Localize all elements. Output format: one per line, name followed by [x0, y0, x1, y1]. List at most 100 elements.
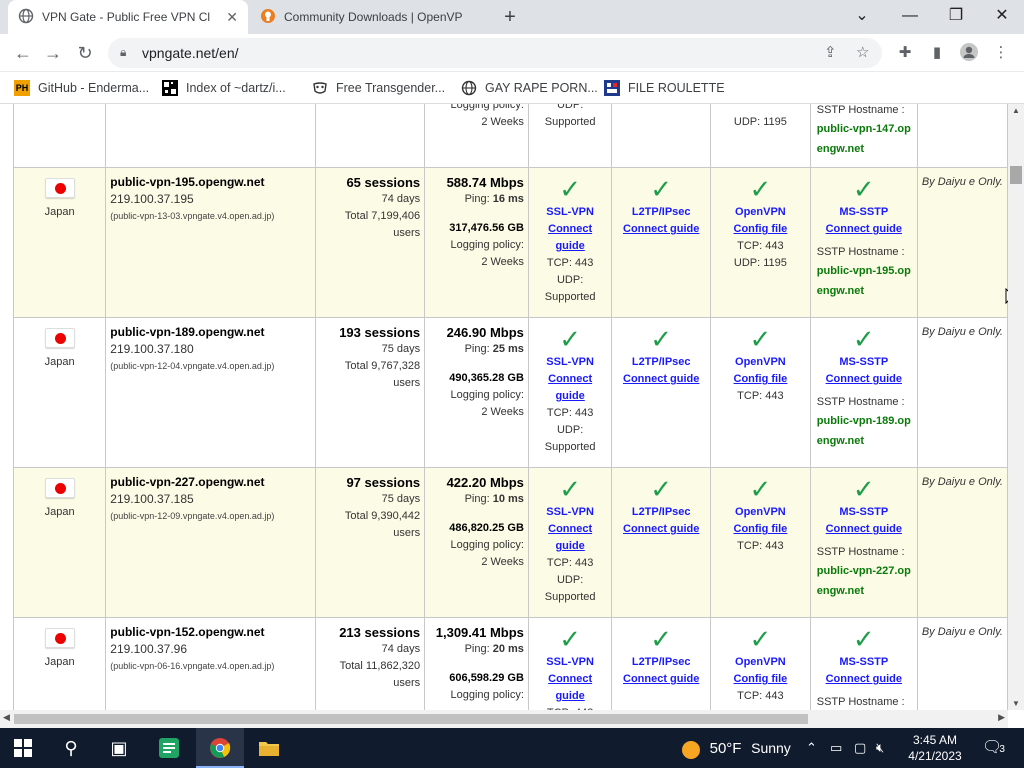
scroll-left-arrow-icon[interactable]: ◀ [3, 712, 10, 723]
globe-icon [18, 8, 34, 27]
notification-center-icon[interactable]: 🗨︎3 [982, 728, 1005, 768]
ssl-tcp: TCP: 443 [546, 557, 594, 569]
reload-icon[interactable]: ↻ [72, 40, 98, 66]
windows-start-icon[interactable] [0, 728, 46, 768]
ssl-connect-guide-link[interactable]: Connect guide [533, 371, 607, 405]
line-speed: 422.20 Mbps [446, 475, 524, 490]
scroll-down-arrow-icon[interactable]: ▼ [1008, 699, 1024, 708]
share-icon[interactable]: ⇪ [824, 43, 837, 61]
side-panel-icon[interactable]: ▮ [926, 42, 948, 64]
logging-policy: Logging policy: [450, 689, 524, 701]
openvpn-config-file-link[interactable]: Config file [715, 521, 806, 538]
horizontal-scrollbar[interactable]: ◀ ▶ [0, 710, 1008, 728]
lock-icon[interactable]: 🔒︎ [120, 45, 126, 60]
spreadsheet-app-icon[interactable] [146, 728, 192, 768]
ssl-udp: UDP: Supported [544, 274, 596, 303]
table-row: Japan public-vpn-152.opengw.net 219.100.… [12, 617, 1008, 710]
l2tp-link[interactable]: L2TP/IPsec [616, 354, 706, 371]
bookmark-4[interactable]: GAY RAPE PORN... [461, 78, 598, 98]
openvpn-config-file-link[interactable]: Config file [715, 221, 806, 238]
file-explorer-icon[interactable] [246, 728, 292, 768]
sstp-connect-guide-link[interactable]: Connect guide [815, 371, 913, 388]
table-row: Japan public-vpn-195.opengw.net 219.100.… [12, 167, 1008, 318]
ssl-connect-guide-link[interactable]: Connect guide [533, 671, 607, 705]
l2tp-link[interactable]: L2TP/IPsec [616, 204, 706, 221]
ssl-connect-guide-link[interactable]: Connect guide [533, 221, 607, 255]
l2tp-connect-guide-link[interactable]: Connect guide [616, 671, 706, 688]
openvpn-link[interactable]: OpenVPN [715, 354, 806, 371]
openvpn-link[interactable]: OpenVPN [715, 204, 806, 221]
sstp-connect-guide-link[interactable]: Connect guide [815, 521, 913, 538]
clock[interactable]: 3:45 AM 4/21/2023 [906, 728, 964, 768]
openvpn-link[interactable]: OpenVPN [715, 654, 806, 671]
profile-avatar-icon[interactable] [958, 42, 980, 64]
sstp-hostname[interactable]: public-vpn-195.opengw.net [815, 261, 913, 301]
ssl-vpn-link[interactable]: SSL-VPN [533, 354, 607, 371]
scroll-up-arrow-icon[interactable]: ▲ [1008, 106, 1024, 115]
tab-vpn-gate[interactable]: VPN Gate - Public Free VPN Cl ✕ [8, 0, 248, 34]
weather-widget[interactable]: 50°F Sunny [682, 728, 791, 768]
openvpn-link[interactable]: OpenVPN [715, 504, 806, 521]
transfer-volume: 490,365.28 GB [449, 372, 524, 384]
url-text[interactable]: vpngate.net/en/ [142, 45, 239, 61]
ms-sstp-link[interactable]: MS-SSTP [815, 204, 913, 221]
server-ip: 219.100.37.195 [110, 192, 194, 206]
display-icon[interactable]: ▢ [854, 728, 866, 768]
sstp-hostname[interactable]: public-vpn-227.opengw.net [815, 561, 913, 601]
bookmark-github[interactable]: PH GitHub - Enderma... [14, 78, 149, 98]
sstp-connect-guide-link[interactable]: Connect guide [815, 221, 913, 238]
vertical-scrollbar[interactable]: ▲ ▼ [1008, 104, 1024, 710]
ms-sstp-link[interactable]: MS-SSTP [815, 354, 913, 371]
l2tp-link[interactable]: L2TP/IPsec [616, 654, 706, 671]
ms-sstp-link[interactable]: MS-SSTP [815, 504, 913, 521]
operator-cell: By Daiyu e Only. [916, 617, 1008, 710]
close-icon[interactable]: ✕ [226, 9, 238, 26]
minimize-icon[interactable]: — [896, 4, 924, 28]
ssl-vpn-link[interactable]: SSL-VPN [533, 204, 607, 221]
l2tp-connect-guide-link[interactable]: Connect guide [616, 371, 706, 388]
horizontal-scroll-thumb[interactable] [14, 714, 808, 724]
speed-cell: 588.74 Mbps Ping: 16 ms 317,476.56 GB Lo… [424, 167, 529, 318]
ms-sstp-cell: ✓ MS-SSTP Connect guide SSTP Hostname : [809, 617, 918, 710]
japan-flag-icon [44, 628, 75, 648]
scroll-right-arrow-icon[interactable]: ▶ [998, 712, 1005, 723]
l2tp-connect-guide-link[interactable]: Connect guide [616, 221, 706, 238]
menu-kebab-icon[interactable]: ⋮ [990, 42, 1012, 64]
sstp-hostname[interactable]: public-vpn-147.opengw.net [815, 119, 913, 159]
bookmark-index-dartz[interactable]: Index of ~dartz/i... [162, 78, 286, 98]
hostname-cell: public-vpn-189.opengw.net 219.100.37.180… [105, 317, 316, 468]
ssl-vpn-link[interactable]: SSL-VPN [533, 654, 607, 671]
openvpn-config-file-link[interactable]: Config file [715, 671, 806, 688]
sstp-hostname[interactable]: public-vpn-189.opengw.net [815, 411, 913, 451]
l2tp-connect-guide-link[interactable]: Connect guide [616, 521, 706, 538]
bookmark-file-roulette[interactable]: FILE ROULETTE [604, 78, 725, 98]
tab-community-downloads[interactable]: Community Downloads | OpenVP [250, 0, 490, 34]
l2tp-link[interactable]: L2TP/IPsec [616, 504, 706, 521]
checkmark-icon: ✓ [749, 474, 772, 504]
search-icon[interactable]: ⚲ [48, 728, 94, 768]
tab-search-chevron-icon[interactable]: ⌄ [848, 4, 876, 28]
restore-icon[interactable]: ❐ [942, 4, 970, 28]
new-tab-button[interactable]: + [498, 4, 522, 30]
vertical-scroll-thumb[interactable] [1010, 166, 1022, 184]
bookmark-star-icon[interactable]: ☆ [856, 43, 869, 61]
address-bar[interactable]: 🔒︎ vpngate.net/en/ ⇪ ☆ [108, 38, 882, 68]
sstp-connect-guide-link[interactable]: Connect guide [815, 671, 913, 688]
network-icon[interactable]: ▭ [830, 728, 842, 768]
show-hidden-icons-chevron-icon[interactable]: ⌃ [806, 728, 817, 768]
window-close-icon[interactable]: ✕ [988, 4, 1016, 28]
ssl-vpn-link[interactable]: SSL-VPN [533, 504, 607, 521]
back-arrow-icon[interactable]: ← [10, 40, 36, 66]
ms-sstp-link[interactable]: MS-SSTP [815, 654, 913, 671]
chrome-icon[interactable] [196, 728, 244, 768]
bookmark-label: Free Transgender... [336, 81, 446, 95]
bookmark-free-transgender[interactable]: Free Transgender... [312, 78, 445, 98]
country-cell: Japan [12, 617, 107, 710]
volume-muted-icon[interactable]: 🔇︎ [876, 728, 884, 768]
extensions-icon[interactable]: ✚ [894, 42, 916, 64]
ssl-connect-guide-link[interactable]: Connect guide [533, 521, 607, 555]
forward-arrow-icon[interactable]: → [40, 40, 66, 66]
country-cell: Japan [12, 467, 107, 618]
openvpn-config-file-link[interactable]: Config file [715, 371, 806, 388]
task-view-icon[interactable]: ▣ [96, 728, 142, 768]
